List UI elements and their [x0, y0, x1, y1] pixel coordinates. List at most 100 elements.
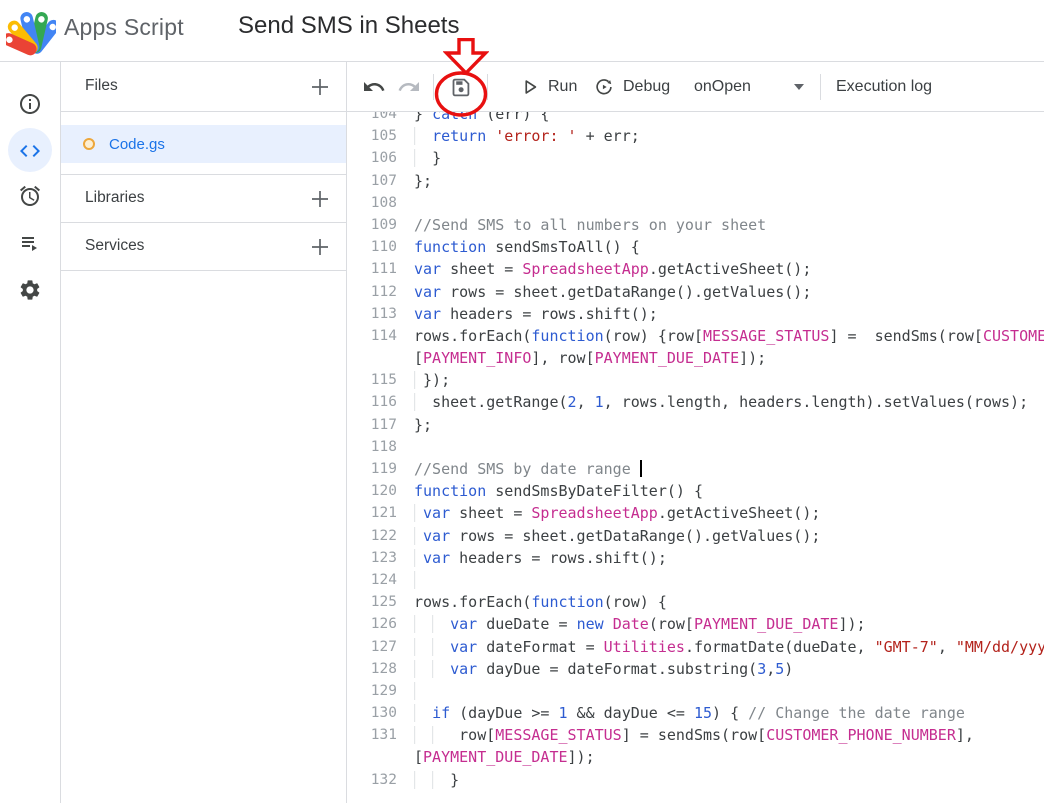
code-line[interactable]: 123 var headers = rows.shift();: [347, 547, 1044, 569]
sidebar-item-executions[interactable]: [15, 228, 45, 258]
text-cursor: [640, 460, 642, 477]
add-file-button[interactable]: [308, 75, 332, 99]
project-title: Send SMS in Sheets: [238, 12, 459, 40]
code-line[interactable]: [PAYMENT_INFO], row[PAYMENT_DUE_DATE]);: [347, 347, 1044, 369]
code-text: function sendSmsToAll() {: [397, 236, 640, 258]
code-text: return 'error: ' + err;: [397, 125, 640, 147]
line-number: 108: [347, 192, 397, 214]
plus-icon: [308, 235, 332, 259]
sidebar-item-editor[interactable]: [15, 136, 45, 166]
run-button[interactable]: Run: [518, 75, 577, 99]
editor-pane: Run Debug onOpen Execution log 104} catc…: [347, 62, 1044, 803]
file-name: Code.gs: [109, 136, 165, 153]
code-line[interactable]: 128 var dayDue = dateFormat.substring(3,…: [347, 658, 1044, 680]
execution-log-button[interactable]: Execution log: [836, 75, 932, 99]
code-text: rows.forEach(function(row) {row[MESSAGE_…: [397, 325, 1044, 347]
line-number: 115: [347, 369, 397, 391]
sidebar-item-triggers[interactable]: [15, 181, 45, 211]
code-line[interactable]: 127 var dateFormat = Utilities.formatDat…: [347, 636, 1044, 658]
chevron-down-icon[interactable]: [794, 84, 804, 90]
code-text: [PAYMENT_INFO], row[PAYMENT_DUE_DATE]);: [397, 347, 766, 369]
code-text: var dueDate = new Date(row[PAYMENT_DUE_D…: [397, 613, 866, 635]
code-line[interactable]: 114rows.forEach(function(row) {row[MESSA…: [347, 325, 1044, 347]
code-line[interactable]: 107};: [347, 170, 1044, 192]
code-line[interactable]: 126 var dueDate = new Date(row[PAYMENT_D…: [347, 613, 1044, 635]
code-line[interactable]: 105 return 'error: ' + err;: [347, 125, 1044, 147]
editor-toolbar: Run Debug onOpen Execution log: [347, 62, 1044, 112]
line-number: [347, 746, 397, 768]
code-line[interactable]: 108: [347, 192, 1044, 214]
debug-button[interactable]: Debug: [593, 75, 670, 99]
code-text: var dateFormat = Utilities.formatDate(du…: [397, 636, 1044, 658]
code-text: if (dayDue >= 1 && dayDue <= 15) { // Ch…: [397, 702, 965, 724]
line-number: 124: [347, 569, 397, 591]
function-selector[interactable]: onOpen: [694, 75, 751, 99]
code-line[interactable]: 130 if (dayDue >= 1 && dayDue <= 15) { /…: [347, 702, 1044, 724]
undo-button[interactable]: [362, 75, 386, 99]
add-library-button[interactable]: [308, 187, 332, 211]
code-text: //Send SMS to all numbers on your sheet: [397, 214, 766, 236]
redo-icon: [397, 75, 421, 99]
add-service-button[interactable]: [308, 235, 332, 259]
code-line[interactable]: 120function sendSmsByDateFilter() {: [347, 480, 1044, 502]
code-line[interactable]: 121 var sheet = SpreadsheetApp.getActive…: [347, 502, 1044, 524]
line-number: 122: [347, 525, 397, 547]
toolbar-divider: [487, 74, 488, 100]
code-text: [397, 436, 414, 458]
sidebar-item-overview[interactable]: [15, 89, 45, 119]
code-line[interactable]: 116 sheet.getRange(2, 1, rows.length, he…: [347, 391, 1044, 413]
line-number: 116: [347, 391, 397, 413]
code-line[interactable]: 110function sendSmsToAll() {: [347, 236, 1044, 258]
save-button[interactable]: [449, 75, 473, 99]
toolbar-divider: [820, 74, 821, 100]
code-line[interactable]: 106 }: [347, 147, 1044, 169]
code-text: [397, 680, 432, 702]
code-line[interactable]: 132 }: [347, 769, 1044, 791]
file-item-code-gs[interactable]: Code.gs: [61, 125, 346, 163]
code-text: var sheet = SpreadsheetApp.getActiveShee…: [397, 502, 820, 524]
code-line[interactable]: 125rows.forEach(function(row) {: [347, 591, 1044, 613]
code-line[interactable]: 109//Send SMS to all numbers on your she…: [347, 214, 1044, 236]
code-editor[interactable]: 104} catch (err) {105 return 'error: ' +…: [347, 112, 1044, 803]
code-line[interactable]: 113var headers = rows.shift();: [347, 303, 1044, 325]
line-number: 106: [347, 147, 397, 169]
line-number: 130: [347, 702, 397, 724]
executions-icon: [18, 231, 42, 255]
code-text: var headers = rows.shift();: [397, 303, 658, 325]
line-number: [347, 347, 397, 369]
code-text: var rows = sheet.getDataRange().getValue…: [397, 525, 820, 547]
code-line[interactable]: 111var sheet = SpreadsheetApp.getActiveS…: [347, 258, 1044, 280]
code-line[interactable]: 122 var rows = sheet.getDataRange().getV…: [347, 525, 1044, 547]
code-line[interactable]: 129: [347, 680, 1044, 702]
save-icon: [449, 75, 473, 99]
code-text: //Send SMS by date range: [397, 458, 642, 480]
app-name: Apps Script: [64, 14, 184, 41]
redo-button[interactable]: [397, 75, 421, 99]
code-text: var dayDue = dateFormat.substring(3,5): [397, 658, 793, 680]
sidebar-item-settings[interactable]: [15, 275, 45, 305]
code-text: var sheet = SpreadsheetApp.getActiveShee…: [397, 258, 811, 280]
code-line[interactable]: 117};: [347, 414, 1044, 436]
line-number: 127: [347, 636, 397, 658]
code-lines: 104} catch (err) {105 return 'error: ' +…: [347, 112, 1044, 791]
code-line[interactable]: 119//Send SMS by date range: [347, 458, 1044, 480]
code-line[interactable]: 104} catch (err) {: [347, 112, 1044, 125]
line-number: 107: [347, 170, 397, 192]
orange-dot-icon: [83, 138, 95, 150]
code-line[interactable]: 118: [347, 436, 1044, 458]
code-text: var headers = rows.shift();: [397, 547, 667, 569]
code-line[interactable]: 131 row[MESSAGE_STATUS] = sendSms(row[CU…: [347, 724, 1044, 746]
app-header: Apps Script Send SMS in Sheets: [0, 0, 1044, 62]
undo-icon: [362, 75, 386, 99]
code-line[interactable]: 112var rows = sheet.getDataRange().getVa…: [347, 281, 1044, 303]
code-line[interactable]: 115 });: [347, 369, 1044, 391]
line-number: 112: [347, 281, 397, 303]
line-number: 119: [347, 458, 397, 480]
line-number: 120: [347, 480, 397, 502]
code-line[interactable]: [PAYMENT_DUE_DATE]);: [347, 746, 1044, 768]
info-icon: [18, 92, 42, 116]
line-number: 104: [347, 112, 397, 125]
line-number: 129: [347, 680, 397, 702]
services-section: Services: [61, 223, 346, 271]
code-line[interactable]: 124: [347, 569, 1044, 591]
